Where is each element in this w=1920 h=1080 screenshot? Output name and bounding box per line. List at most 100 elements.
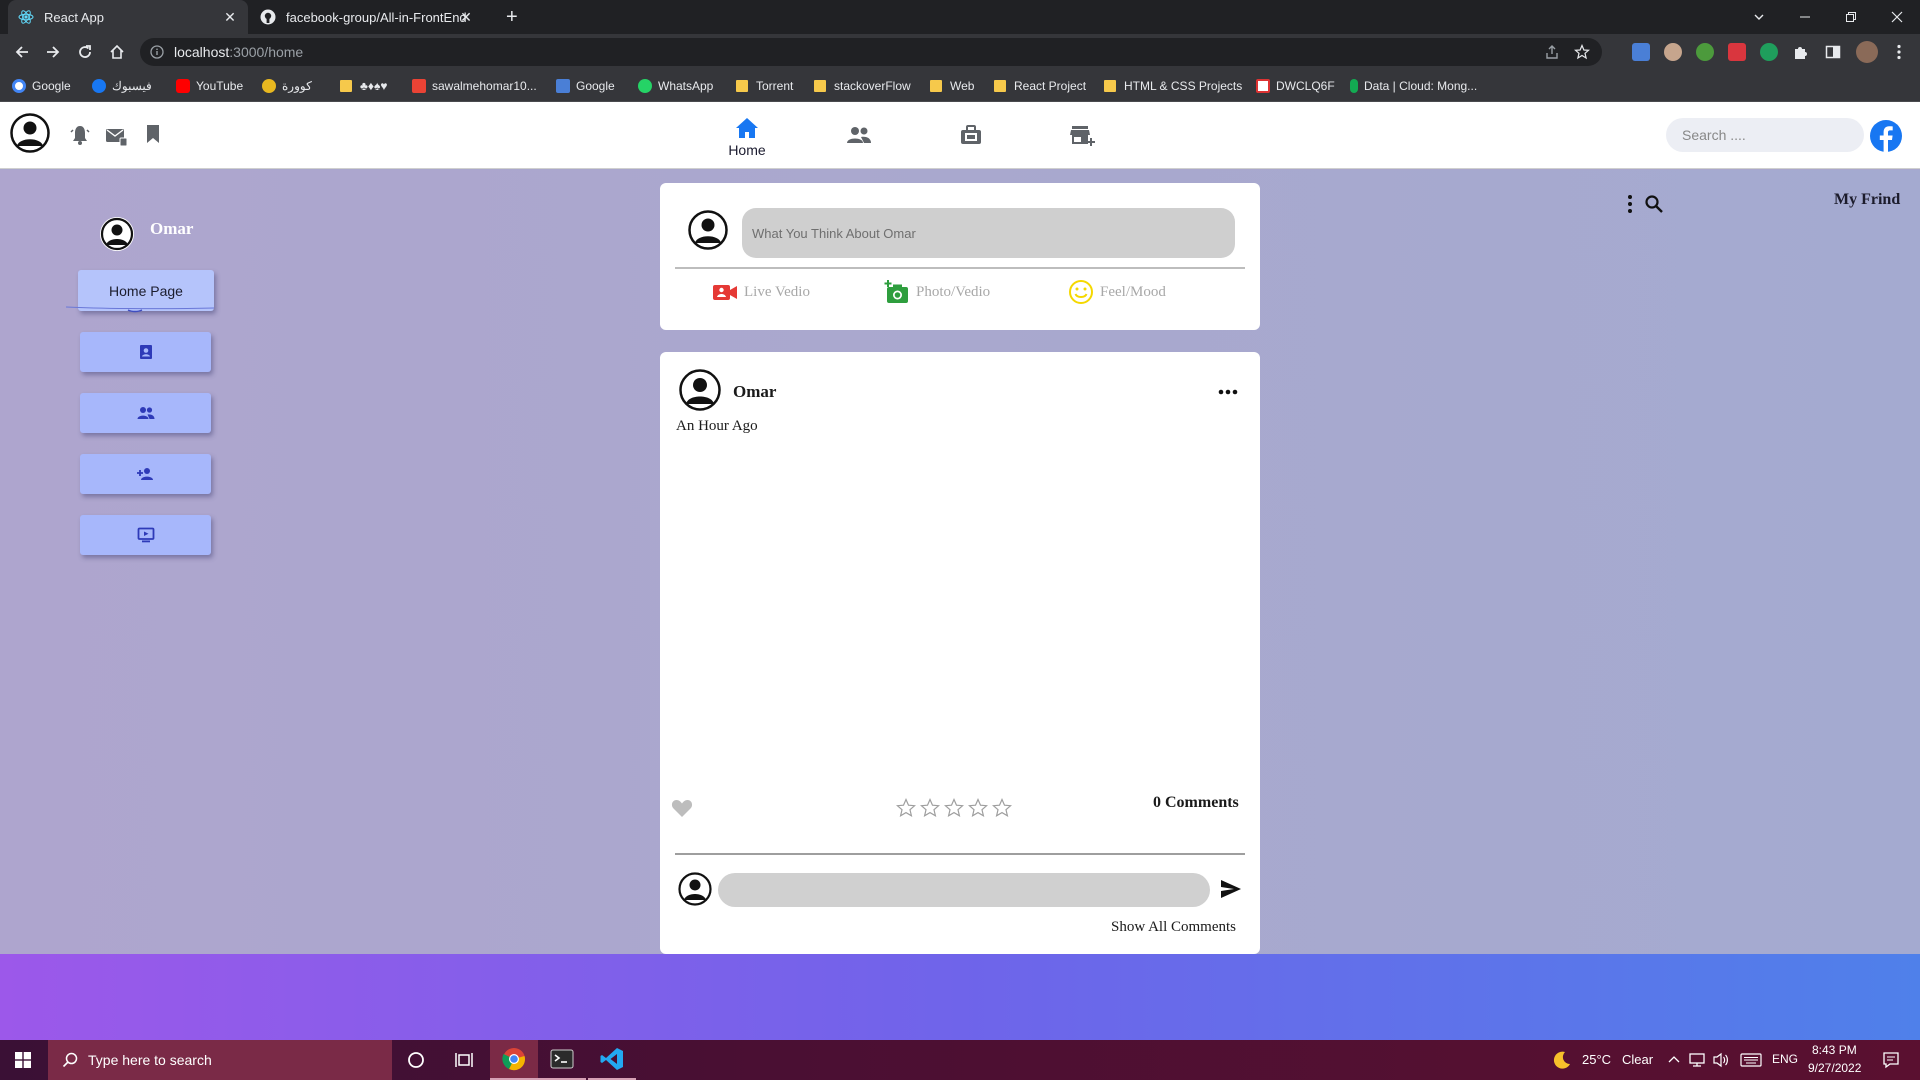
close-window-button[interactable] xyxy=(1874,0,1920,34)
profile-avatar-icon[interactable] xyxy=(10,113,50,153)
composer-input[interactable] xyxy=(742,208,1235,258)
bookmark-icon[interactable] xyxy=(141,122,165,146)
sidebar-avatar-icon[interactable] xyxy=(99,216,135,252)
weather-text[interactable]: Clear xyxy=(1622,1052,1653,1067)
clock-date[interactable]: 9/27/2022 xyxy=(1808,1061,1861,1075)
bookmark-mongodb[interactable]: Data | Cloud: Mong... xyxy=(1350,70,1477,102)
profile-avatar-icon[interactable] xyxy=(1856,41,1878,63)
chevron-up-icon[interactable] xyxy=(1668,1054,1680,1066)
live-video-button[interactable]: Live Vedio xyxy=(712,278,810,306)
input-language[interactable]: ENG xyxy=(1772,1052,1798,1066)
nav-marketplace[interactable] xyxy=(1053,125,1113,147)
bookmark-facebook[interactable]: فيسبوك xyxy=(92,70,152,102)
avatar-extension-icon[interactable] xyxy=(1664,43,1682,61)
clock-time[interactable]: 8:43 PM xyxy=(1812,1043,1857,1057)
star-icon[interactable] xyxy=(1574,44,1590,60)
show-all-comments-link[interactable]: Show All Comments xyxy=(1111,919,1236,936)
tab-react-app[interactable]: React App ✕ xyxy=(8,0,248,34)
send-icon[interactable] xyxy=(1220,879,1242,899)
nav-work[interactable] xyxy=(941,124,1001,146)
folder-icon xyxy=(1104,80,1116,92)
bookmark-whatsapp[interactable]: WhatsApp xyxy=(638,70,713,102)
rating-star-icon[interactable] xyxy=(992,798,1012,818)
bookmark-folder-cards[interactable]: ♣♦♠♥ xyxy=(340,70,388,102)
cortana-button[interactable] xyxy=(392,1040,440,1080)
keyboard-icon[interactable] xyxy=(1740,1053,1762,1067)
bell-icon[interactable] xyxy=(68,123,92,147)
search-input[interactable] xyxy=(1666,118,1864,152)
kebab-menu-icon[interactable] xyxy=(1890,43,1908,61)
nav-friends[interactable] xyxy=(829,125,889,145)
post-author-name[interactable]: Omar xyxy=(733,382,776,402)
back-button[interactable] xyxy=(10,40,34,64)
bookmark-stackoverflow[interactable]: stackoverFlow xyxy=(814,70,911,102)
red-extension-icon[interactable] xyxy=(1728,43,1746,61)
terminal-taskbar-button[interactable] xyxy=(538,1040,586,1080)
person-add-icon xyxy=(136,468,153,480)
vscode-taskbar-button[interactable] xyxy=(588,1040,636,1080)
bookmark-youtube[interactable]: YouTube xyxy=(176,70,243,102)
friends-button[interactable] xyxy=(80,393,211,433)
tab-search-button[interactable] xyxy=(1736,0,1782,34)
translate-extension-icon[interactable] xyxy=(1632,43,1650,61)
post-author-avatar-icon[interactable] xyxy=(679,369,721,411)
profile-card-button[interactable] xyxy=(80,332,211,372)
home-browser-button[interactable] xyxy=(105,40,129,64)
forward-button[interactable] xyxy=(41,40,65,64)
bookmark-torrent[interactable]: Torrent xyxy=(736,70,793,102)
taskbar-search-box[interactable]: Type here to search xyxy=(48,1040,392,1080)
green-target-extension-icon[interactable] xyxy=(1760,43,1778,61)
facebook-logo-icon[interactable] xyxy=(1870,120,1902,152)
composer-divider xyxy=(675,267,1245,269)
new-tab-button[interactable]: + xyxy=(496,0,524,34)
rating-star-icon[interactable] xyxy=(920,798,940,818)
minimize-button[interactable] xyxy=(1782,0,1828,34)
address-bar[interactable]: localhost:3000/home xyxy=(140,38,1602,66)
rating-star-icon[interactable] xyxy=(968,798,988,818)
chrome-taskbar-button[interactable] xyxy=(490,1040,538,1080)
reload-button[interactable] xyxy=(73,40,97,64)
weather-moon-icon[interactable] xyxy=(1552,1050,1572,1070)
bookmark-kooora[interactable]: كوورة xyxy=(262,70,312,102)
start-button[interactable] xyxy=(0,1040,46,1080)
feel-mood-button[interactable]: Feel/Mood xyxy=(1068,278,1166,306)
puzzle-extension-icon[interactable] xyxy=(1792,43,1810,61)
friends-search-icon[interactable] xyxy=(1644,194,1664,214)
bookmark-web[interactable]: Web xyxy=(930,70,974,102)
comment-input[interactable] xyxy=(718,873,1210,907)
network-icon[interactable] xyxy=(1688,1052,1706,1068)
comments-count[interactable]: 0 Comments xyxy=(1153,794,1239,812)
smile-icon xyxy=(1069,280,1093,304)
close-tab-icon[interactable]: ✕ xyxy=(458,9,474,25)
bookmark-gmail[interactable]: sawalmehomar10... xyxy=(412,70,537,102)
chevron-down-icon xyxy=(1754,14,1764,20)
tab-github[interactable]: facebook-group/All-in-FrontEnd ✕ xyxy=(250,0,484,34)
task-view-button[interactable] xyxy=(440,1040,488,1080)
mail-icon[interactable] xyxy=(104,124,128,148)
close-tab-icon[interactable]: ✕ xyxy=(222,9,238,25)
sidebar-user-name[interactable]: Omar xyxy=(150,219,193,239)
rating-star-icon[interactable] xyxy=(896,798,916,818)
watch-button[interactable] xyxy=(80,515,211,555)
rating-stars[interactable] xyxy=(896,798,1012,818)
photo-video-button[interactable]: Photo/Vedio xyxy=(884,278,990,306)
side-panel-icon[interactable] xyxy=(1824,43,1842,61)
bookmark-google-translate[interactable]: Google xyxy=(556,70,615,102)
volume-icon[interactable] xyxy=(1712,1052,1730,1068)
bookmark-html-css[interactable]: HTML & CSS Projects xyxy=(1104,70,1242,102)
share-icon[interactable] xyxy=(1544,44,1560,60)
nav-home[interactable]: Home xyxy=(717,116,777,158)
rating-star-icon[interactable] xyxy=(944,798,964,818)
briefcase-icon xyxy=(961,125,981,144)
notification-icon[interactable] xyxy=(1882,1051,1900,1069)
tree-extension-icon[interactable] xyxy=(1696,43,1714,61)
bookmark-react-project[interactable]: React Project xyxy=(994,70,1086,102)
friends-menu-icon[interactable] xyxy=(1626,194,1634,214)
like-heart-icon[interactable] xyxy=(671,798,693,818)
weather-temp[interactable]: 25°C xyxy=(1582,1052,1611,1067)
restore-button[interactable] xyxy=(1828,0,1874,34)
bookmark-dwclq6f[interactable]: DWCLQ6F xyxy=(1256,70,1335,102)
post-more-button[interactable] xyxy=(1216,385,1240,399)
add-friend-button[interactable] xyxy=(80,454,211,494)
bookmark-google[interactable]: Google xyxy=(12,70,71,102)
